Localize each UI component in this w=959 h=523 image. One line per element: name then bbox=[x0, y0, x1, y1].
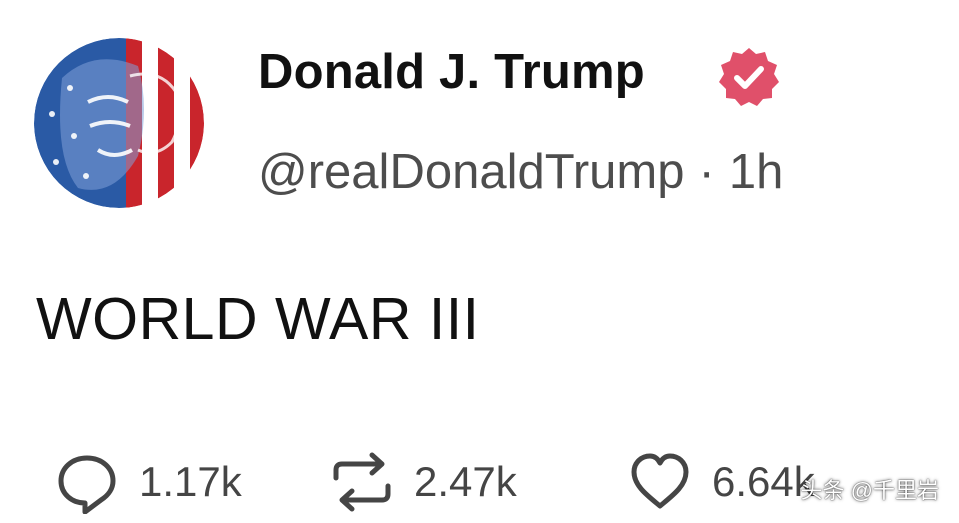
reply-count: 1.17k bbox=[139, 458, 242, 505]
like-count: 6.64k bbox=[712, 458, 815, 505]
repost-icon bbox=[333, 452, 391, 512]
reply-button[interactable]: 1.17k bbox=[55, 450, 242, 514]
separator-dot: · bbox=[698, 145, 715, 199]
heart-icon bbox=[631, 453, 689, 509]
repost-count: 2.47k bbox=[414, 458, 517, 505]
repost-button[interactable]: 2.47k bbox=[330, 450, 517, 514]
display-name[interactable]: Donald J. Trump bbox=[258, 48, 645, 97]
avatar[interactable] bbox=[34, 38, 204, 208]
flag-portrait-avatar-icon bbox=[34, 38, 204, 208]
post-text: WORLD WAR III bbox=[36, 286, 480, 352]
like-button[interactable]: 6.64k bbox=[628, 450, 815, 514]
timestamp[interactable]: 1h bbox=[729, 148, 784, 197]
watermark-text: 头条 @千里岩 bbox=[800, 478, 939, 503]
handle-text[interactable]: @realDonaldTrump bbox=[258, 148, 684, 197]
handle-row: @realDonaldTrump · 1h bbox=[258, 148, 783, 197]
verified-badge-icon bbox=[716, 44, 782, 110]
reply-icon bbox=[58, 455, 116, 514]
